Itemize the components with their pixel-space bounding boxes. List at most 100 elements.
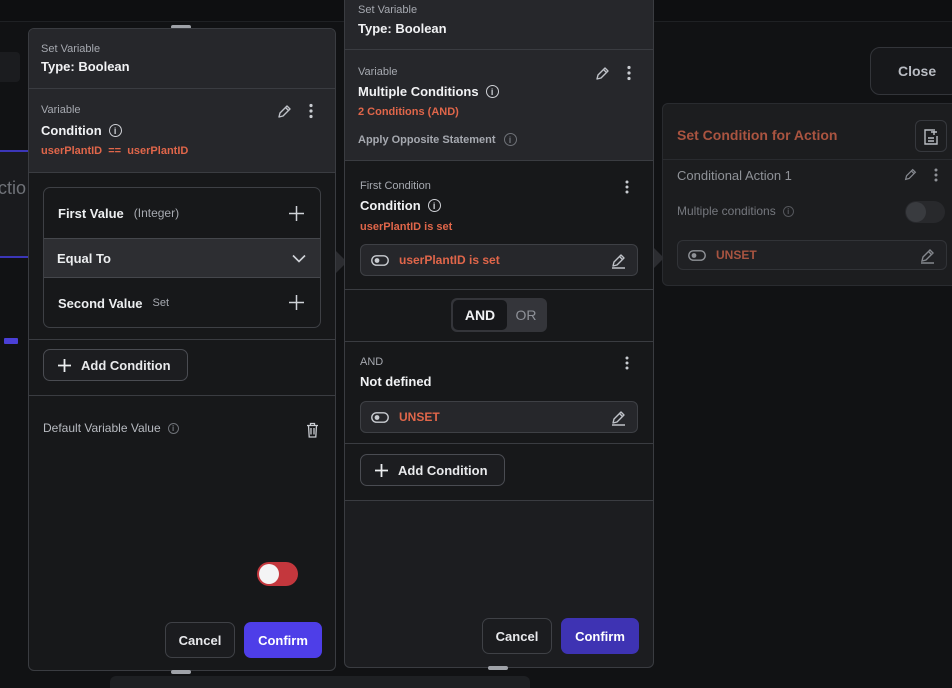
condition-pill-text: userPlantID is set: [399, 253, 500, 267]
second-value-row[interactable]: Second Value Set: [44, 278, 320, 327]
edit-icon[interactable]: [610, 409, 627, 426]
info-icon[interactable]: i: [167, 422, 179, 434]
divider: [29, 395, 335, 396]
toggle-icon: [371, 411, 389, 423]
chevron-down-icon: [292, 254, 306, 263]
second-condition-label: AND: [360, 356, 384, 368]
panel-type: Type: Boolean: [41, 59, 130, 74]
close-button[interactable]: Close: [870, 47, 952, 95]
add-condition-label: Add Condition: [81, 357, 171, 373]
toggle-icon: [688, 249, 706, 261]
background-strip: [0, 52, 20, 82]
multiple-conditions-label: Multiple conditions: [677, 204, 776, 218]
conditions-summary: 2 Conditions (AND): [358, 106, 459, 118]
multiple-conditions-row: Multiple conditions i: [677, 204, 794, 218]
default-value-row: Default Variable Value i: [43, 421, 179, 435]
info-icon[interactable]: i: [485, 85, 499, 98]
first-value-row[interactable]: First Value (Integer): [44, 188, 320, 238]
condition-builder: First Value (Integer) Equal To Second Va…: [43, 187, 321, 328]
or-option[interactable]: OR: [507, 300, 545, 330]
confirm-button[interactable]: Confirm: [561, 618, 639, 654]
multiple-conditions-toggle[interactable]: [905, 201, 945, 223]
edit-icon[interactable]: [919, 247, 936, 264]
condition-pill[interactable]: UNSET: [360, 401, 638, 433]
drag-handle-bottom[interactable]: [171, 670, 191, 674]
first-condition-label: First Condition: [360, 180, 431, 192]
divider: [29, 339, 335, 340]
background-node: [0, 150, 30, 258]
toggle-knob: [259, 564, 279, 584]
note-add-icon: [923, 128, 939, 145]
operator-dropdown[interactable]: Equal To: [44, 238, 320, 278]
panel-kicker: Set Variable: [358, 4, 418, 16]
info-icon[interactable]: i: [782, 205, 794, 217]
more-options-icon[interactable]: [626, 65, 632, 81]
toggle-icon: [371, 254, 389, 266]
edit-icon[interactable]: [594, 65, 611, 82]
background-indicator: [4, 338, 18, 344]
add-icon[interactable]: [288, 205, 305, 222]
condition-pill[interactable]: UNSET: [677, 240, 947, 270]
left-set-variable-panel: Set Variable Type: Boolean Variable Cond…: [28, 28, 336, 671]
first-condition-section: First Condition Condition i userPlantID …: [345, 161, 653, 342]
right-panel-title: Set Condition for Action: [677, 127, 838, 143]
more-options-icon[interactable]: [624, 180, 630, 194]
more-options-icon[interactable]: [308, 103, 314, 119]
toggle-knob: [906, 202, 926, 222]
middle-variable-section: Variable Multiple Conditions i 2 Conditi…: [345, 50, 653, 248]
default-value-label: Default Variable Value: [43, 421, 161, 435]
plus-icon: [375, 463, 388, 477]
condition-expression: userPlantID == userPlantID: [41, 145, 189, 157]
condition-pill-text: UNSET: [399, 410, 440, 424]
background-node-label: ctio: [0, 178, 27, 198]
second-value-state: Set: [152, 297, 170, 309]
edit-icon[interactable]: [903, 167, 918, 182]
first-value-label: First Value: [58, 205, 124, 221]
variable-title: Condition: [41, 123, 102, 138]
opposite-label: Apply Opposite Statement: [358, 133, 496, 146]
drag-handle-bottom[interactable]: [488, 666, 508, 670]
default-value-toggle[interactable]: [257, 562, 298, 586]
condition-title: Condition: [360, 198, 421, 213]
background-bottom-bar: [110, 676, 530, 688]
variable-title: Multiple Conditions: [358, 84, 479, 99]
middle-set-variable-panel: Set Variable Type: Boolean Variable Mult…: [344, 0, 654, 668]
add-condition-label: Add Condition: [398, 462, 488, 478]
trash-icon[interactable]: [306, 422, 319, 438]
plus-icon: [58, 358, 71, 372]
edit-icon[interactable]: [610, 252, 627, 269]
first-value-type: (Integer): [133, 206, 180, 220]
info-icon[interactable]: i: [108, 124, 122, 137]
second-condition-title: Not defined: [360, 374, 432, 389]
left-variable-section: Variable Condition i userPlantID == user…: [29, 89, 335, 173]
middle-add-section: Add Condition: [345, 444, 653, 501]
middle-panel-header: Set Variable Type: Boolean: [345, 0, 653, 50]
add-note-button[interactable]: [915, 120, 947, 152]
set-condition-for-action-panel: Set Condition for Action Conditional Act…: [662, 103, 952, 286]
cancel-button[interactable]: Cancel: [165, 622, 235, 658]
operator-value: Equal To: [57, 250, 111, 266]
add-icon[interactable]: [288, 294, 305, 311]
cancel-button[interactable]: Cancel: [482, 618, 552, 654]
add-condition-button[interactable]: Add Condition: [360, 454, 505, 486]
and-option[interactable]: AND: [453, 300, 507, 330]
left-panel-header: Set Variable Type: Boolean: [29, 29, 335, 89]
condition-pill-text: UNSET: [716, 248, 757, 262]
and-or-switch: AND OR: [451, 298, 547, 332]
panel-type: Type: Boolean: [358, 21, 447, 36]
condition-pill[interactable]: userPlantID is set: [360, 244, 638, 276]
more-options-icon[interactable]: [933, 168, 939, 182]
more-options-icon[interactable]: [624, 356, 630, 370]
divider: [663, 159, 952, 160]
panel-kicker: Set Variable: [41, 43, 101, 55]
condition-subtitle: userPlantID is set: [360, 221, 453, 233]
second-condition-section: AND Not defined UNSET: [345, 342, 653, 444]
edit-icon[interactable]: [276, 103, 293, 120]
confirm-button[interactable]: Confirm: [244, 622, 322, 658]
divider: [345, 289, 653, 290]
add-condition-button[interactable]: Add Condition: [43, 349, 188, 381]
info-icon[interactable]: i: [503, 133, 517, 146]
second-value-label: Second Value: [58, 295, 143, 311]
info-icon[interactable]: i: [427, 199, 441, 212]
conditional-action-label: Conditional Action 1: [677, 168, 792, 183]
